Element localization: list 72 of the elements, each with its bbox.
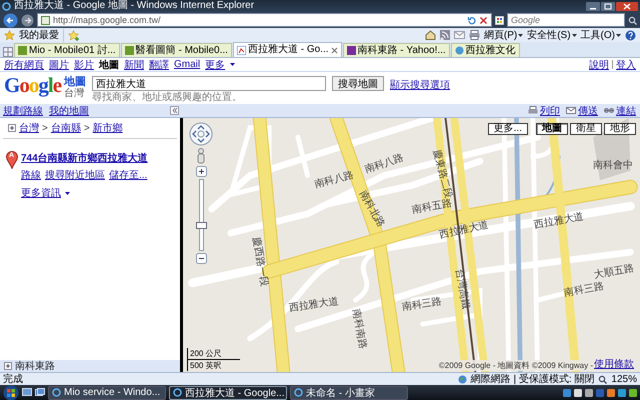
- nav-link[interactable]: 更多: [205, 58, 226, 72]
- product-name: 地圖: [64, 76, 86, 88]
- nav-link[interactable]: 影片: [74, 58, 94, 72]
- nav-link[interactable]: 登入: [616, 58, 636, 72]
- browser-tab[interactable]: 西拉雅大道 - Go...: [232, 42, 342, 57]
- street-label: 南科三路: [563, 280, 605, 300]
- menu-button[interactable]: 工具(O): [580, 28, 621, 42]
- terms-link[interactable]: 使用條款: [594, 360, 634, 371]
- result-title-link[interactable]: 744台南縣新市鄉西拉雅大道: [21, 151, 177, 165]
- result-link[interactable]: 路線: [21, 168, 41, 182]
- street-label: 西拉雅大道: [288, 295, 340, 315]
- result-link[interactable]: 儲存至...: [109, 168, 148, 182]
- zoom-level-button[interactable]: 125%: [611, 374, 637, 384]
- panel-link[interactable]: 規劃路線: [3, 104, 43, 118]
- panel-link[interactable]: 我的地圖: [49, 104, 89, 118]
- search-button[interactable]: 搜尋地圖: [332, 76, 384, 91]
- breadcrumb-link[interactable]: 台南縣: [50, 121, 81, 135]
- street-label: 西拉雅大道: [438, 218, 490, 242]
- menu-button[interactable]: 網頁(P): [484, 28, 524, 42]
- window-title: 西拉雅大道 - Google 地圖 - Windows Internet Explorer: [14, 0, 256, 12]
- street-label: 慶西路一段: [249, 236, 271, 288]
- street-label: 南科會中: [593, 158, 633, 172]
- more-button[interactable]: 更多...: [488, 123, 528, 135]
- browser-tab[interactable]: 南科東路 - Yahoo!...: [342, 43, 450, 57]
- street-label: 南科北路: [356, 188, 388, 230]
- street-label: 台灣高鐵: [452, 268, 472, 310]
- nav-link[interactable]: 翻譯: [149, 58, 169, 72]
- google-logo: Google: [4, 74, 62, 96]
- search-field[interactable]: 西拉雅大道: [92, 76, 326, 91]
- panel-link[interactable]: 連結: [616, 104, 636, 118]
- sidebar-footer-link[interactable]: 南科東路: [15, 359, 55, 373]
- browser-tab[interactable]: 西拉雅文化: [450, 43, 520, 57]
- copyright-text: ©2009 Google - 地圖資料 ©2009 Kingway -: [438, 360, 593, 371]
- breadcrumb-link[interactable]: 新市鄉: [92, 121, 123, 135]
- street-label: 慶東路二段: [429, 148, 455, 200]
- browser-tab[interactable]: Mio - Mobile01 討...: [14, 43, 120, 57]
- panel-link[interactable]: 傳送: [578, 104, 598, 118]
- address-field[interactable]: http://maps.google.com.tw/: [37, 13, 492, 27]
- breadcrumb-separator: >: [84, 122, 90, 134]
- street-label: 大順五路: [593, 262, 635, 282]
- breadcrumb-link[interactable]: 台灣: [19, 121, 39, 135]
- taskbar-button[interactable]: 未命名 - 小畫家: [290, 386, 408, 400]
- result-link[interactable]: 更多資訊: [21, 186, 61, 200]
- region-label: 台灣: [64, 88, 86, 99]
- breadcrumb-separator: >: [42, 122, 48, 134]
- street-label: 南科八路: [363, 152, 406, 176]
- nav-link[interactable]: Gmail: [174, 59, 200, 70]
- browser-tab[interactable]: 醫看圖簡 - Mobile0...: [120, 43, 232, 57]
- menu-button[interactable]: 安全性(S): [527, 28, 577, 42]
- status-text: 完成: [3, 372, 23, 386]
- result-link[interactable]: 搜尋附近地區: [45, 168, 105, 182]
- nav-link[interactable]: 地圖: [99, 58, 119, 72]
- nav-link[interactable]: 新聞: [124, 58, 144, 72]
- search-field[interactable]: Google: [507, 13, 625, 27]
- map-type-button[interactable]: 地圖: [536, 123, 568, 135]
- street-label: 南科三路: [401, 295, 443, 314]
- nav-link[interactable]: 所有網頁: [4, 58, 44, 72]
- street-label: 西拉雅大道: [533, 210, 585, 232]
- security-zone: 網際網路 | 受保護模式: 關閉: [470, 372, 594, 386]
- street-label: 南科八路: [313, 168, 356, 192]
- street-label: 南科南路: [349, 308, 369, 350]
- nav-link[interactable]: 圖片: [49, 58, 69, 72]
- options-link[interactable]: 顯示搜尋選項: [390, 78, 450, 92]
- search-hint: 尋找商家、地址或感興趣的位置。: [92, 92, 244, 103]
- taskbar-button[interactable]: 西拉雅大道 - Google...: [169, 386, 287, 400]
- nav-link[interactable]: 說明: [589, 58, 609, 72]
- scale-bar: 200 公尺 500 英呎: [187, 348, 240, 371]
- street-label: 南科五路: [411, 198, 453, 217]
- panel-link[interactable]: 列印: [540, 104, 560, 118]
- map-type-button[interactable]: 地形: [604, 123, 636, 135]
- taskbar-button[interactable]: Mio service - Windo...: [48, 386, 166, 400]
- map-type-button[interactable]: 衛星: [570, 123, 602, 135]
